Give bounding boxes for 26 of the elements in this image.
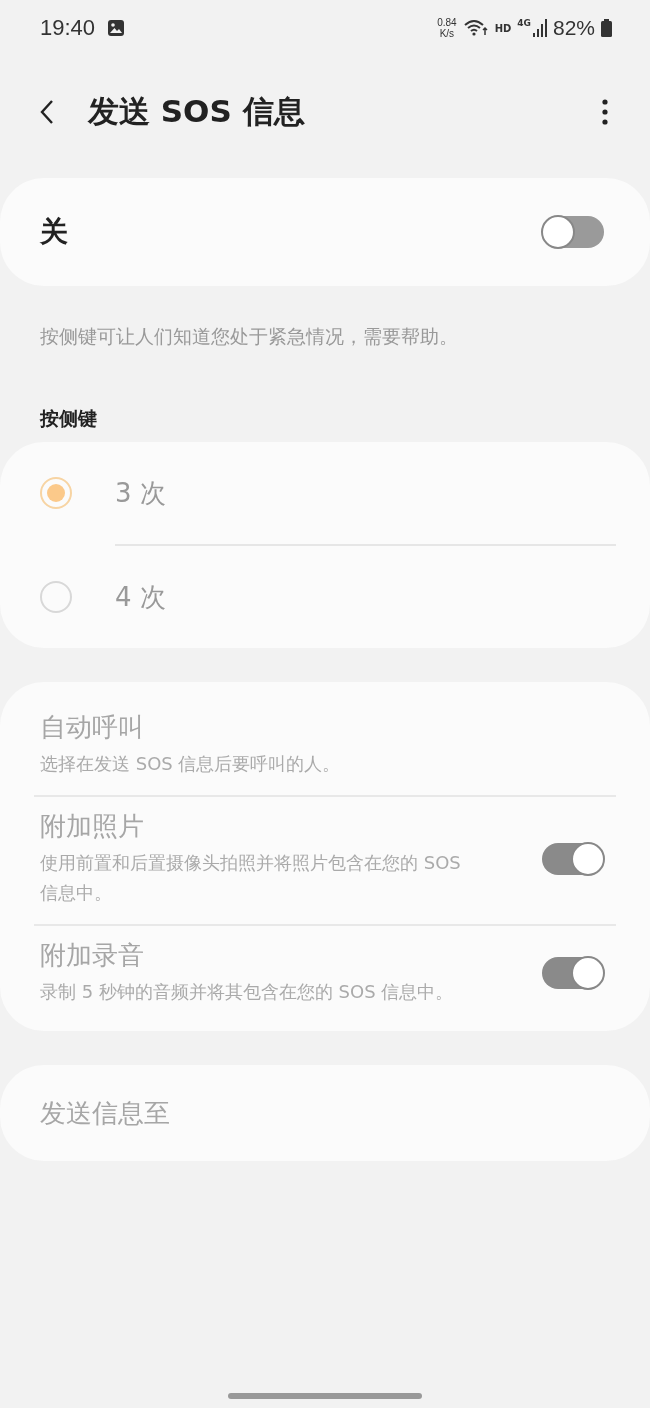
master-switch[interactable]	[542, 216, 604, 248]
signal-icon	[532, 19, 547, 37]
setting-title: 附加录音	[40, 939, 145, 972]
setting-title: 自动呼叫	[40, 711, 145, 744]
hd-label: HD	[494, 22, 512, 34]
setting-description: 选择在发送 SOS 信息后要呼叫的人。	[40, 752, 342, 776]
battery-percent: 82%	[552, 16, 595, 40]
section-heading: 按侧键	[40, 406, 98, 431]
description-text: 按侧键可让人们知道您处于紧急情况，需要帮助。	[40, 324, 459, 349]
radio-label: 3 次	[115, 476, 166, 510]
send-to-label: 发送信息至	[40, 1096, 170, 1130]
network-type: 4G	[517, 18, 531, 28]
back-icon	[40, 99, 54, 125]
battery-icon	[601, 19, 612, 37]
speed-unit: K/s	[439, 28, 455, 39]
switch-label: 关	[40, 214, 68, 250]
more-icon	[602, 99, 608, 125]
setting-title: 附加照片	[40, 810, 145, 843]
status-time: 19:40	[40, 15, 96, 41]
image-icon	[107, 19, 126, 37]
radio-label: 4 次	[115, 580, 166, 614]
setting-description: 录制 5 秒钟的音频并将其包含在您的 SOS 信息中。	[40, 980, 455, 1004]
network-speed: 0.84	[437, 17, 457, 28]
page-title: 发送 SOS 信息	[88, 92, 305, 131]
wifi-icon	[462, 18, 489, 38]
setting-description: 使用前置和后置摄像头拍照并将照片包含在您的 SOS 信息中。	[40, 851, 462, 905]
